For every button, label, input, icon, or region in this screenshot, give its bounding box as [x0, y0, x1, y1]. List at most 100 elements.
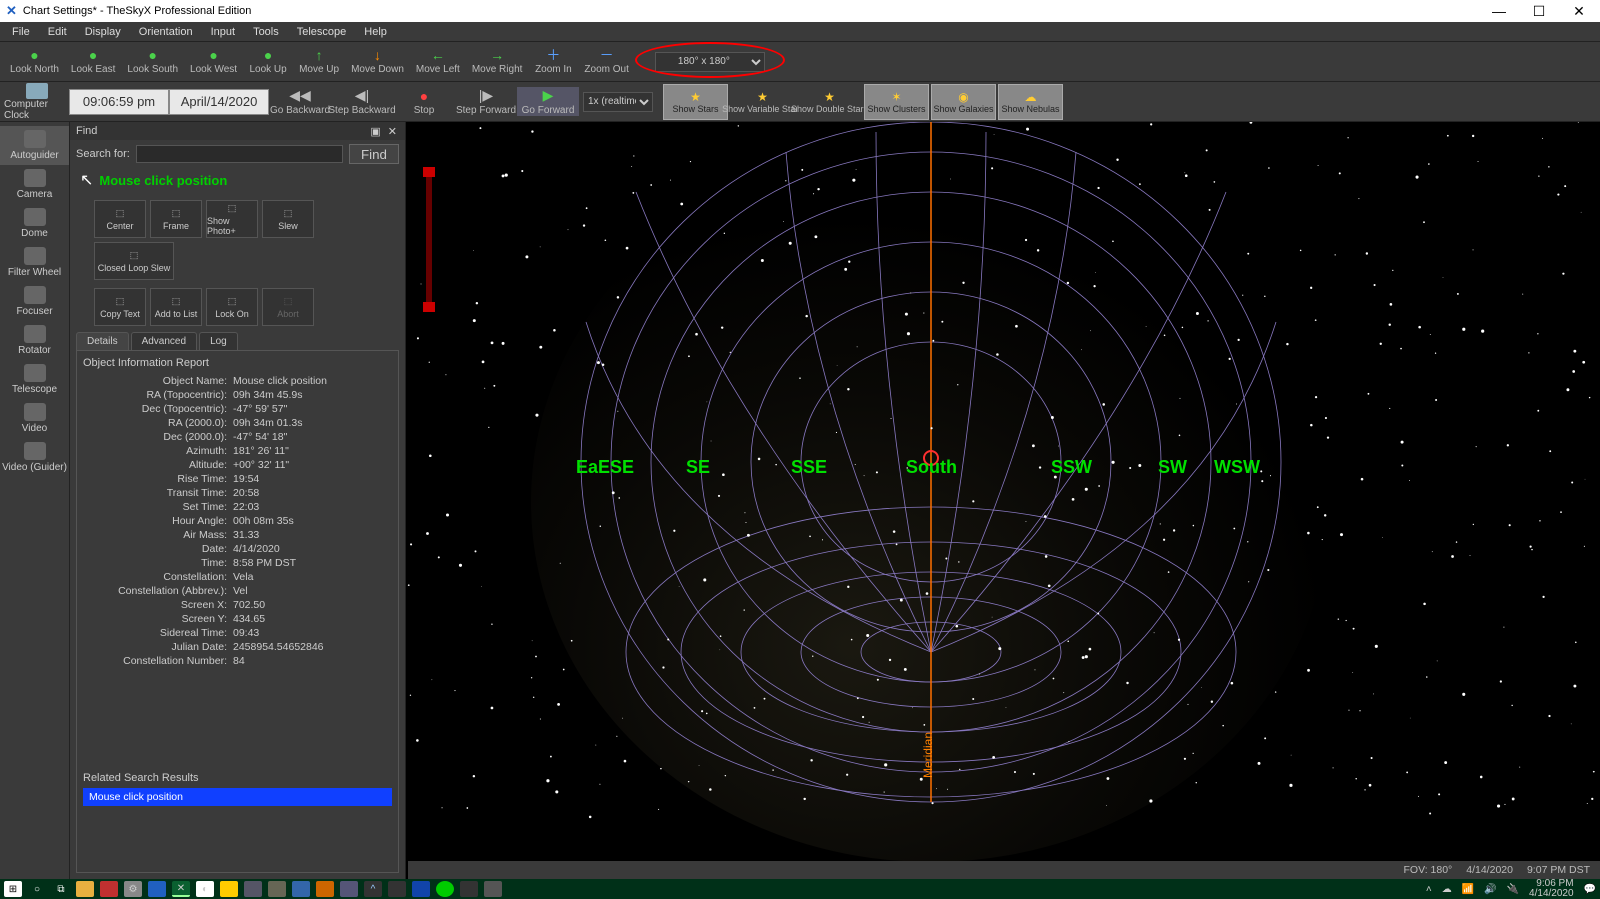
tray-cloud-icon[interactable]: ☁: [1442, 884, 1452, 895]
app-icon[interactable]: [244, 881, 262, 897]
notifications-icon[interactable]: 💬: [1584, 884, 1596, 895]
move-right-button[interactable]: →Move Right: [466, 48, 529, 75]
close-button[interactable]: ✕: [1564, 3, 1594, 20]
time-rate-select[interactable]: 1x (realtime): [583, 92, 653, 112]
show-galaxies-button[interactable]: ◉Show Galaxies: [931, 84, 996, 120]
search-label: Search for:: [76, 148, 130, 160]
look-south-button[interactable]: ●Look South: [121, 48, 184, 75]
info-key: RA (2000.0):: [83, 417, 233, 429]
closed-loop-slew-button[interactable]: ⬚Closed Loop Slew: [94, 242, 174, 280]
date-display[interactable]: April/14/2020: [169, 89, 269, 115]
fov-select[interactable]: 180° x 180°: [655, 52, 765, 72]
menu-orientation[interactable]: Orientation: [131, 24, 201, 40]
look-west-button[interactable]: ●Look West: [184, 48, 243, 75]
step-backward-button[interactable]: ◀|Step Backward: [331, 87, 393, 116]
rail-telescope[interactable]: Telescope: [0, 360, 69, 399]
tab-details[interactable]: Details: [76, 332, 129, 350]
move-down-button[interactable]: ↓Move Down: [345, 48, 410, 75]
move-up-button[interactable]: ↑Move Up: [293, 48, 345, 75]
look-east-button[interactable]: ●Look East: [65, 48, 121, 75]
show-variable-stars-button[interactable]: ★Show Variable Stars: [730, 84, 795, 120]
app-icon[interactable]: [436, 881, 454, 897]
minimize-button[interactable]: —: [1484, 3, 1514, 20]
tab-advanced[interactable]: Advanced: [131, 332, 197, 350]
rail-camera[interactable]: Camera: [0, 165, 69, 204]
slew-button[interactable]: ⬚Slew: [262, 200, 314, 238]
zoom-out-button[interactable]: －Zoom Out: [578, 48, 634, 75]
menu-tools[interactable]: Tools: [245, 24, 287, 40]
explorer-icon[interactable]: [76, 881, 94, 897]
find-panel-controls[interactable]: ▣ ✕: [370, 125, 399, 138]
tray-power-icon[interactable]: 🔌: [1507, 884, 1519, 895]
tray-wifi-icon[interactable]: 📶: [1462, 884, 1474, 895]
menu-file[interactable]: File: [4, 24, 38, 40]
add-to-list-button[interactable]: ⬚Add to List: [150, 288, 202, 326]
rail-video[interactable]: Video: [0, 399, 69, 438]
look-north-button[interactable]: ●Look North: [4, 48, 65, 75]
zoom-slider-minus[interactable]: [423, 302, 435, 312]
settings-icon[interactable]: ⚙: [124, 881, 142, 897]
maximize-button[interactable]: ☐: [1524, 3, 1554, 20]
app-icon[interactable]: ^: [364, 881, 382, 897]
cortana-icon[interactable]: ○: [28, 881, 46, 897]
menu-display[interactable]: Display: [77, 24, 129, 40]
tray-volume-icon[interactable]: 🔊: [1484, 884, 1496, 895]
zoom-slider-track[interactable]: [426, 172, 432, 302]
zoom-in-button[interactable]: ＋Zoom In: [528, 48, 578, 75]
step-forward-button[interactable]: |▶Step Forward: [455, 87, 517, 116]
menu-edit[interactable]: Edit: [40, 24, 75, 40]
app-icon[interactable]: [340, 881, 358, 897]
theskyx-task-icon[interactable]: ✕: [172, 881, 190, 897]
show-photo--button[interactable]: ⬚Show Photo+: [206, 200, 258, 238]
zoom-slider-plus[interactable]: [423, 167, 435, 177]
time-display[interactable]: 09:06:59 pm: [69, 89, 169, 115]
app-icon[interactable]: [388, 881, 406, 897]
move-left-button[interactable]: ←Move Left: [410, 48, 466, 75]
center-button[interactable]: ⬚Center: [94, 200, 146, 238]
app-icon[interactable]: [220, 881, 238, 897]
selected-object-name: Mouse click position: [99, 173, 227, 188]
chrome-icon[interactable]: ◐: [196, 881, 214, 897]
show-double-stars-button[interactable]: ★Show Double Stars: [797, 84, 862, 120]
tab-log[interactable]: Log: [199, 332, 238, 350]
find-button[interactable]: Find: [349, 144, 399, 164]
rail-rotator[interactable]: Rotator: [0, 321, 69, 360]
app-icon[interactable]: [148, 881, 166, 897]
app-icon[interactable]: [268, 881, 286, 897]
related-result-item[interactable]: Mouse click position: [83, 788, 392, 806]
show-nebulas-button[interactable]: ☁Show Nebulas: [998, 84, 1063, 120]
app-icon[interactable]: [100, 881, 118, 897]
info-value: 8:58 PM DST: [233, 557, 392, 569]
windows-taskbar[interactable]: ⊞ ○ ⧉ ⚙ ✕ ◐ ^ ˄ ☁ 📶 🔊 🔌 9:06 PM 4/14/202…: [0, 879, 1600, 899]
info-value: 2458954.54652846: [233, 641, 392, 653]
app-icon[interactable]: [292, 881, 310, 897]
look-up-button[interactable]: ●Look Up: [243, 48, 293, 75]
go-backward-button[interactable]: ◀◀Go Backward: [269, 87, 331, 116]
rail-filter-wheel[interactable]: Filter Wheel: [0, 243, 69, 282]
time-toolbar: Computer Clock 09:06:59 pm April/14/2020…: [0, 82, 1600, 122]
rail-dome[interactable]: Dome: [0, 204, 69, 243]
menu-input[interactable]: Input: [203, 24, 243, 40]
sky-chart[interactable]: Meridian EaESESESSESouthSSWSWWSW: [406, 122, 1600, 879]
go-forward-button[interactable]: ▶Go Forward: [517, 87, 579, 116]
app-icon[interactable]: [484, 881, 502, 897]
app-icon[interactable]: [316, 881, 334, 897]
search-input[interactable]: [136, 145, 343, 163]
show-clusters-button[interactable]: ✶Show Clusters: [864, 84, 929, 120]
start-button[interactable]: ⊞: [4, 881, 22, 897]
frame-button[interactable]: ⬚Frame: [150, 200, 202, 238]
app-icon[interactable]: [412, 881, 430, 897]
rail-autoguider[interactable]: Autoguider: [0, 126, 69, 165]
info-value: +00° 32' 11": [233, 459, 392, 471]
app-icon[interactable]: [460, 881, 478, 897]
menu-help[interactable]: Help: [356, 24, 395, 40]
menu-telescope[interactable]: Telescope: [289, 24, 355, 40]
show-stars-button[interactable]: ★Show Stars: [663, 84, 728, 120]
rail-video--guider-[interactable]: Video (Guider): [0, 438, 69, 477]
stop-button[interactable]: ●Stop: [393, 87, 455, 116]
taskview-icon[interactable]: ⧉: [52, 881, 70, 897]
lock-on-button[interactable]: ⬚Lock On: [206, 288, 258, 326]
rail-focuser[interactable]: Focuser: [0, 282, 69, 321]
copy-text-button[interactable]: ⬚Copy Text: [94, 288, 146, 326]
tray-chevron-icon[interactable]: ˄: [1426, 884, 1432, 895]
